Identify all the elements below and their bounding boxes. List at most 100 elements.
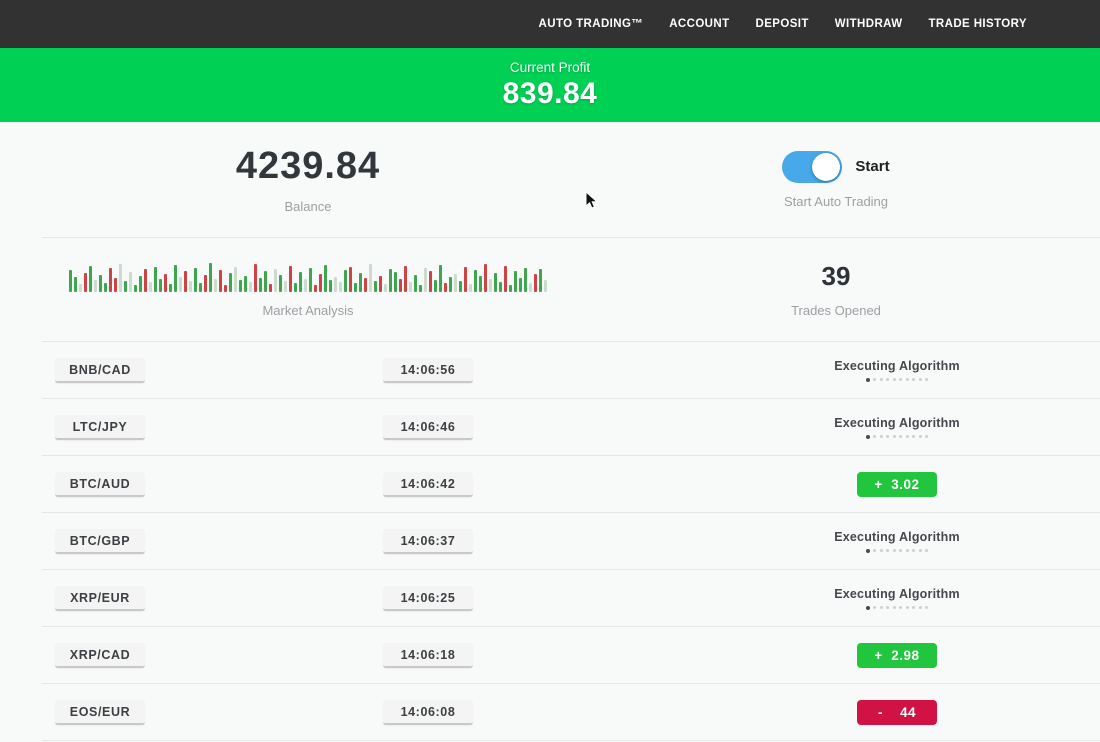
candle-bar [539, 269, 542, 292]
candle-bar [514, 271, 517, 292]
candle-bar [419, 285, 422, 292]
candle-bar [429, 271, 432, 292]
trade-status-executing: Executing Algorithm [834, 416, 960, 439]
progress-dot [866, 378, 870, 382]
candle-bar [534, 274, 537, 292]
candle-bar [234, 267, 237, 292]
current-profit-value: 839.84 [503, 77, 598, 111]
candle-bar [389, 269, 392, 292]
candle-bar [454, 274, 457, 292]
progress-dot [899, 549, 902, 552]
progress-dot [906, 378, 909, 381]
candle-bar [379, 276, 382, 292]
progress-dot [925, 606, 928, 609]
candle-bar [84, 273, 87, 292]
candle-bar [414, 275, 417, 292]
progress-dot [912, 606, 915, 609]
market-analysis-label: Market Analysis [262, 303, 353, 318]
auto-trading-toggle[interactable] [782, 151, 842, 183]
top-nav: AUTO TRADING™ ACCOUNT DEPOSIT WITHDRAW T… [0, 0, 1100, 48]
candle-bar [69, 270, 72, 292]
candle-bar [289, 266, 292, 292]
progress-dots [866, 378, 929, 382]
progress-dot [893, 435, 896, 438]
candle-bar [169, 284, 172, 292]
trade-status-executing: Executing Algorithm [834, 530, 960, 553]
progress-dot [919, 549, 922, 552]
progress-dot [886, 435, 889, 438]
candle-bar [134, 285, 137, 292]
progress-dot [906, 435, 909, 438]
progress-dot [880, 435, 883, 438]
candle-bar [319, 274, 322, 292]
candle-bar [174, 265, 177, 292]
trades-list: BNB/CAD 14:06:56 Executing Algorithm LTC… [0, 342, 1100, 741]
candle-bar [79, 284, 82, 292]
candle-bar [259, 278, 262, 292]
progress-dot [899, 606, 902, 609]
candle-bar [124, 281, 127, 292]
executing-label: Executing Algorithm [834, 359, 960, 373]
pair-chip[interactable]: EOS/EUR [55, 700, 145, 725]
candle-bar [324, 265, 327, 292]
toggle-label: Start [855, 158, 889, 175]
progress-dot [925, 435, 928, 438]
progress-dot [886, 378, 889, 381]
candle-bar [519, 278, 522, 292]
progress-dot [912, 549, 915, 552]
candle-bar [104, 283, 107, 292]
candle-bar [154, 267, 157, 292]
nav-item-auto-trading[interactable]: AUTO TRADING™ [539, 18, 644, 30]
balance-section: 4239.84 Balance Start Start Auto Trading [0, 122, 1100, 237]
nav-item-deposit[interactable]: DEPOSIT [756, 18, 809, 30]
progress-dot [899, 435, 902, 438]
nav-item-withdraw[interactable]: WITHDRAW [835, 18, 903, 30]
progress-dot [906, 549, 909, 552]
candle-bar [254, 264, 257, 292]
candle-bar [224, 285, 227, 292]
candle-bar [274, 269, 277, 292]
candle-bar [349, 267, 352, 292]
candle-bar [464, 267, 467, 292]
candle-bar [489, 279, 492, 292]
candle-bar [74, 277, 77, 292]
balance-label: Balance [285, 199, 332, 214]
nav-item-account[interactable]: ACCOUNT [669, 18, 729, 30]
candle-bar [199, 283, 202, 292]
candle-bar [459, 281, 462, 292]
candle-bar [229, 273, 232, 292]
progress-dot [912, 435, 915, 438]
pair-chip[interactable]: BNB/CAD [55, 358, 145, 383]
candle-bar [499, 282, 502, 292]
progress-dot [873, 378, 876, 381]
pair-chip[interactable]: BTC/GBP [55, 529, 145, 554]
pair-chip[interactable]: LTC/JPY [55, 415, 145, 440]
trade-row: EOS/EUR 14:06:08 - 44 [0, 684, 1100, 740]
pair-chip[interactable]: XRP/EUR [55, 586, 145, 611]
result-badge: - 44 [857, 700, 937, 725]
progress-dot [866, 606, 870, 610]
candle-bar [119, 264, 122, 292]
candle-bar [409, 282, 412, 292]
row-divider [42, 740, 1100, 741]
progress-dot [873, 435, 876, 438]
candle-bar [299, 272, 302, 292]
candle-bar [249, 282, 252, 292]
progress-dot [919, 378, 922, 381]
progress-dot [919, 435, 922, 438]
pair-chip[interactable]: XRP/CAD [55, 643, 145, 668]
progress-dot [873, 549, 876, 552]
candle-bar [129, 272, 132, 292]
candle-bar [444, 283, 447, 292]
candle-bar [314, 285, 317, 292]
progress-dots [866, 549, 929, 553]
current-profit-label: Current Profit [510, 60, 590, 75]
candle-bar [109, 268, 112, 292]
nav-item-trade-history[interactable]: TRADE HISTORY [929, 18, 1028, 30]
progress-dot [873, 606, 876, 609]
progress-dot [880, 378, 883, 381]
candle-bar [384, 284, 387, 292]
candle-bar [399, 279, 402, 292]
pair-chip[interactable]: BTC/AUD [55, 472, 145, 497]
candle-bar [294, 283, 297, 292]
